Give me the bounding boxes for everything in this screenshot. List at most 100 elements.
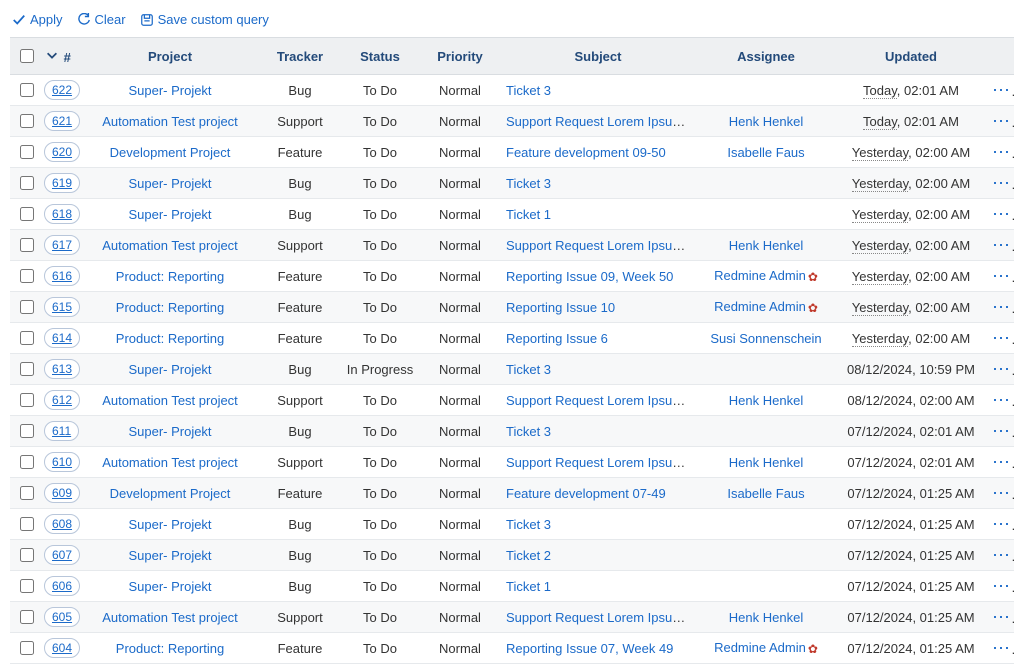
assignee-link[interactable]: Henk Henkel <box>729 610 803 625</box>
save-query-button[interactable]: Save custom query <box>140 12 269 27</box>
select-all-checkbox[interactable] <box>20 49 34 63</box>
issue-id-link[interactable]: 604 <box>44 638 80 658</box>
row-checkbox[interactable] <box>20 83 34 97</box>
project-link[interactable]: Super- Projekt <box>128 176 211 191</box>
issue-id-link[interactable]: 608 <box>44 514 80 534</box>
issue-id-link[interactable]: 620 <box>44 142 80 162</box>
row-actions-menu[interactable]: ⋯ <box>992 297 1014 317</box>
issue-id-link[interactable]: 619 <box>44 173 80 193</box>
row-actions-menu[interactable]: ⋯ <box>992 142 1014 162</box>
subject-link[interactable]: Ticket 1 <box>506 207 551 222</box>
subject-link[interactable]: Feature development 07-49 <box>506 486 666 501</box>
header-priority[interactable]: Priority <box>420 38 500 75</box>
issue-id-link[interactable]: 612 <box>44 390 80 410</box>
row-checkbox[interactable] <box>20 362 34 376</box>
project-link[interactable]: Super- Projekt <box>128 362 211 377</box>
issue-id-link[interactable]: 607 <box>44 545 80 565</box>
project-link[interactable]: Automation Test project <box>102 455 238 470</box>
row-checkbox[interactable] <box>20 114 34 128</box>
row-checkbox[interactable] <box>20 455 34 469</box>
row-checkbox[interactable] <box>20 610 34 624</box>
project-link[interactable]: Product: Reporting <box>116 300 224 315</box>
project-link[interactable]: Development Project <box>110 486 231 501</box>
header-updated[interactable]: Updated <box>836 38 986 75</box>
subject-link[interactable]: Ticket 1 <box>506 579 551 594</box>
assignee-link[interactable]: Henk Henkel <box>729 393 803 408</box>
subject-link[interactable]: Support Request Lorem Ipsum (09/50) <box>506 238 696 253</box>
row-actions-menu[interactable]: ⋯ <box>992 328 1014 348</box>
row-actions-menu[interactable]: ⋯ <box>992 607 1014 627</box>
issue-id-link[interactable]: 622 <box>44 80 80 100</box>
issue-id-link[interactable]: 611 <box>44 421 79 441</box>
row-actions-menu[interactable]: ⋯ <box>992 235 1014 255</box>
subject-link[interactable]: Support Request Lorem Ipsum (08/49) <box>506 393 696 408</box>
project-link[interactable]: Product: Reporting <box>116 641 224 656</box>
assignee-link[interactable]: Redmine Admin <box>714 299 806 314</box>
row-actions-menu[interactable]: ⋯ <box>992 483 1014 503</box>
issue-id-link[interactable]: 615 <box>44 297 80 317</box>
issue-id-link[interactable]: 606 <box>44 576 80 596</box>
subject-link[interactable]: Reporting Issue 07, Week 49 <box>506 641 673 656</box>
project-link[interactable]: Super- Projekt <box>128 517 211 532</box>
row-checkbox[interactable] <box>20 176 34 190</box>
project-link[interactable]: Super- Projekt <box>128 579 211 594</box>
project-link[interactable]: Product: Reporting <box>116 269 224 284</box>
row-actions-menu[interactable]: ⋯ <box>992 638 1014 658</box>
subject-link[interactable]: Ticket 2 <box>506 548 551 563</box>
header-assignee[interactable]: Assignee <box>696 38 836 75</box>
assignee-link[interactable]: Isabelle Faus <box>727 145 804 160</box>
subject-link[interactable]: Ticket 3 <box>506 424 551 439</box>
issue-id-link[interactable]: 614 <box>44 328 80 348</box>
row-checkbox[interactable] <box>20 641 34 655</box>
row-checkbox[interactable] <box>20 145 34 159</box>
subject-link[interactable]: Support Request Lorem Ipsum (10/50) <box>506 114 696 129</box>
project-link[interactable]: Automation Test project <box>102 393 238 408</box>
assignee-link[interactable]: Henk Henkel <box>729 238 803 253</box>
row-actions-menu[interactable]: ⋯ <box>992 173 1014 193</box>
subject-link[interactable]: Reporting Issue 09, Week 50 <box>506 269 673 284</box>
issue-id-link[interactable]: 605 <box>44 607 80 627</box>
issue-id-link[interactable]: 616 <box>44 266 80 286</box>
issue-id-link[interactable]: 621 <box>44 111 80 131</box>
issue-id-link[interactable]: 610 <box>44 452 80 472</box>
row-checkbox[interactable] <box>20 269 34 283</box>
row-checkbox[interactable] <box>20 579 34 593</box>
issue-id-link[interactable]: 618 <box>44 204 80 224</box>
subject-link[interactable]: Support Request Lorem Ipsum (07/49) <box>506 610 696 625</box>
row-checkbox[interactable] <box>20 548 34 562</box>
row-checkbox[interactable] <box>20 517 34 531</box>
row-actions-menu[interactable]: ⋯ <box>992 390 1014 410</box>
row-actions-menu[interactable]: ⋯ <box>992 452 1014 472</box>
issue-id-link[interactable]: 617 <box>44 235 80 255</box>
project-link[interactable]: Automation Test project <box>102 114 238 129</box>
row-actions-menu[interactable]: ⋯ <box>992 545 1014 565</box>
row-actions-menu[interactable]: ⋯ <box>992 111 1014 131</box>
subject-link[interactable]: Support Request Lorem Ipsum (07/49) <box>506 455 696 470</box>
issue-id-link[interactable]: 609 <box>44 483 80 503</box>
project-link[interactable]: Super- Projekt <box>128 207 211 222</box>
apply-button[interactable]: Apply <box>12 12 63 27</box>
row-checkbox[interactable] <box>20 424 34 438</box>
project-link[interactable]: Super- Projekt <box>128 83 211 98</box>
subject-link[interactable]: Feature development 09-50 <box>506 145 666 160</box>
project-link[interactable]: Super- Projekt <box>128 548 211 563</box>
header-status[interactable]: Status <box>340 38 420 75</box>
clear-button[interactable]: Clear <box>77 12 126 27</box>
row-checkbox[interactable] <box>20 300 34 314</box>
row-actions-menu[interactable]: ⋯ <box>992 204 1014 224</box>
assignee-link[interactable]: Henk Henkel <box>729 114 803 129</box>
assignee-link[interactable]: Susi Sonnenschein <box>710 331 821 346</box>
issue-id-link[interactable]: 613 <box>44 359 80 379</box>
project-link[interactable]: Automation Test project <box>102 238 238 253</box>
header-subject[interactable]: Subject <box>500 38 696 75</box>
row-checkbox[interactable] <box>20 393 34 407</box>
subject-link[interactable]: Reporting Issue 10 <box>506 300 615 315</box>
row-checkbox[interactable] <box>20 486 34 500</box>
subject-link[interactable]: Ticket 3 <box>506 517 551 532</box>
row-checkbox[interactable] <box>20 238 34 252</box>
header-id[interactable]: # <box>38 38 80 75</box>
subject-link[interactable]: Ticket 3 <box>506 176 551 191</box>
row-actions-menu[interactable]: ⋯ <box>992 359 1014 379</box>
header-project[interactable]: Project <box>80 38 260 75</box>
header-tracker[interactable]: Tracker <box>260 38 340 75</box>
